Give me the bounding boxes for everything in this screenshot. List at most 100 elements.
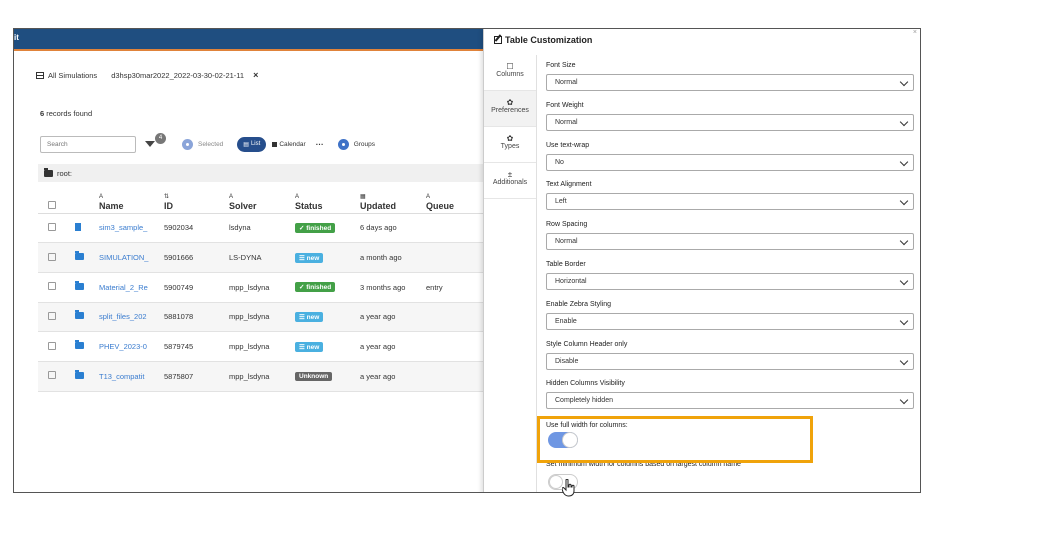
header-style-field: Style Column Header only Disable bbox=[546, 341, 914, 381]
breadcrumb[interactable]: root: bbox=[38, 164, 484, 182]
simulation-updated: 3 months ago bbox=[360, 272, 426, 303]
column-header-updated[interactable]: ▦ Updated bbox=[360, 185, 426, 214]
tab-all-simulations[interactable]: All Simulations bbox=[36, 71, 97, 80]
nav-label: Additionals bbox=[492, 179, 528, 186]
select-all-checkbox[interactable] bbox=[48, 200, 56, 209]
simulation-name-link[interactable]: sim3_sample_ bbox=[99, 223, 147, 232]
table-row[interactable]: sim3_sample_ 5902034 lsdyna ✓ finished 6… bbox=[38, 213, 484, 244]
calendar-view-button[interactable]: Calendar bbox=[272, 141, 306, 148]
sort-icon: A bbox=[229, 193, 234, 200]
field-label: Enable Zebra Styling bbox=[546, 300, 611, 308]
columns-icon: ☐ bbox=[506, 62, 514, 71]
field-label: Table Border bbox=[546, 260, 586, 268]
hidden-columns-select[interactable]: Completely hidden bbox=[546, 392, 914, 410]
hidden-columns-field: Hidden Columns Visibility Completely hid… bbox=[546, 380, 914, 420]
font-weight-select[interactable]: Normal bbox=[546, 113, 914, 131]
simulation-id: 5900749 bbox=[164, 272, 229, 303]
chevron-down-icon bbox=[899, 157, 909, 166]
chevron-down-icon bbox=[899, 197, 909, 206]
simulation-queue: entry bbox=[426, 272, 484, 303]
close-icon[interactable]: × bbox=[913, 29, 917, 36]
simulation-name-link[interactable]: PHEV_2023-0 bbox=[99, 342, 147, 351]
filter-button[interactable]: 4 bbox=[140, 132, 166, 153]
nav-preferences[interactable]: ✿ Preferences bbox=[484, 91, 536, 127]
simulation-name-link[interactable]: T13_compatit bbox=[99, 372, 144, 381]
simulation-name-link[interactable]: Material_2_Re bbox=[99, 283, 148, 292]
select-value: Normal bbox=[555, 79, 578, 86]
chevron-down-icon bbox=[899, 117, 909, 127]
text-alignment-select[interactable]: Left bbox=[546, 193, 914, 211]
select-value: Completely hidden bbox=[555, 397, 613, 405]
field-label: Style Column Header only bbox=[546, 340, 628, 348]
chevron-down-icon bbox=[899, 276, 909, 286]
select-value: Disable bbox=[555, 357, 579, 365]
column-header-status[interactable]: A Status bbox=[295, 185, 360, 214]
column-header-id[interactable]: ⇅ ID bbox=[164, 185, 229, 214]
row-checkbox[interactable] bbox=[48, 282, 56, 291]
table-row[interactable]: Material_2_Re 5900749 mpp_lsdyna ✓ finis… bbox=[38, 272, 484, 303]
selected-toggle[interactable]: Selected bbox=[182, 138, 223, 150]
row-checkbox[interactable] bbox=[48, 222, 56, 231]
row-checkbox[interactable] bbox=[48, 252, 56, 261]
simulation-queue bbox=[426, 213, 484, 244]
records-label: records found bbox=[46, 109, 93, 118]
search-input[interactable] bbox=[40, 135, 136, 153]
row-checkbox[interactable] bbox=[48, 371, 56, 380]
list-view-button[interactable]: ▤ List bbox=[237, 136, 267, 152]
folder-icon bbox=[75, 369, 84, 379]
status-badge: ☰ new bbox=[295, 341, 324, 352]
field-label: Row Spacing bbox=[546, 221, 588, 229]
select-value: No bbox=[555, 158, 564, 166]
text-alignment-field: Text Alignment Left bbox=[546, 181, 914, 221]
table-border-select[interactable]: Horizontal bbox=[546, 272, 914, 290]
filter-count-badge: 4 bbox=[155, 132, 166, 144]
table-row[interactable]: split_files_202 5881078 mpp_lsdyna ☰ new… bbox=[38, 302, 484, 333]
folder-open-icon bbox=[44, 167, 53, 177]
simulation-name-link[interactable]: SIMULATION_ bbox=[99, 253, 148, 262]
column-header-name[interactable]: A Name bbox=[99, 185, 164, 214]
table-row[interactable]: SIMULATION_ 5901666 LS-DYNA ☰ new a mont… bbox=[38, 242, 484, 273]
panel-side-nav: ☐ Columns ✿ Preferences ✿ Types ± Additi… bbox=[484, 55, 537, 492]
table-row[interactable]: T13_compatit 5875807 mpp_lsdyna Unknown … bbox=[38, 361, 484, 392]
row-spacing-select[interactable]: Normal bbox=[546, 233, 914, 251]
groups-toggle[interactable]: Groups bbox=[337, 138, 375, 150]
field-label: Font Size bbox=[546, 62, 576, 69]
toggle-knob bbox=[549, 475, 563, 489]
nav-columns[interactable]: ☐ Columns bbox=[484, 55, 536, 91]
nav-additionals[interactable]: ± Additionals bbox=[484, 163, 536, 199]
column-header-queue[interactable]: A Queue bbox=[426, 185, 484, 214]
panel-title: Table Customization bbox=[494, 35, 592, 45]
column-label: Name bbox=[99, 200, 124, 211]
status-badge: ✓ finished bbox=[295, 222, 336, 233]
zebra-styling-select[interactable]: Enable bbox=[546, 312, 914, 330]
close-tab-icon[interactable]: × bbox=[253, 70, 258, 80]
field-label: Use text-wrap bbox=[546, 141, 590, 149]
gear-icon: ✿ bbox=[506, 98, 514, 107]
more-options-button[interactable]: ··· bbox=[316, 140, 324, 149]
simulation-id: 5901666 bbox=[164, 242, 229, 273]
top-bar: it bbox=[14, 29, 484, 51]
header-style-select[interactable]: Disable bbox=[546, 352, 914, 370]
table-icon bbox=[36, 71, 44, 79]
nav-types[interactable]: ✿ Types bbox=[484, 127, 536, 163]
select-value: Horizontal bbox=[555, 277, 587, 285]
column-header-solver[interactable]: A Solver bbox=[229, 185, 295, 214]
hand-cursor-icon bbox=[562, 479, 575, 497]
simulation-name-link[interactable]: split_files_202 bbox=[99, 312, 147, 321]
simulation-updated: a month ago bbox=[360, 242, 426, 273]
select-value: Enable bbox=[555, 317, 577, 325]
table-header-row: A Name ⇅ ID A Solver A Status ▦ Updated A Queu… bbox=[38, 185, 484, 214]
row-checkbox[interactable] bbox=[48, 341, 56, 350]
row-checkbox[interactable] bbox=[48, 311, 56, 320]
text-wrap-select[interactable]: No bbox=[546, 153, 914, 171]
nav-label: Columns bbox=[496, 71, 524, 78]
font-size-field: Font Size Normal bbox=[546, 62, 914, 102]
field-label: Text Alignment bbox=[546, 181, 592, 189]
font-size-select[interactable]: Normal bbox=[546, 74, 914, 91]
records-number: 6 bbox=[40, 109, 45, 118]
simulation-solver: mpp_lsdyna bbox=[229, 331, 295, 362]
preferences-form: Font Size Normal Font Weight Normal Use … bbox=[546, 62, 914, 420]
tab-simulation-detail[interactable]: d3hsp30mar2022_2022-03-30-02-21-11 × bbox=[111, 70, 258, 80]
row-spacing-field: Row Spacing Normal bbox=[546, 221, 914, 261]
table-row[interactable]: PHEV_2023-0 5879745 mpp_lsdyna ☰ new a y… bbox=[38, 331, 484, 362]
